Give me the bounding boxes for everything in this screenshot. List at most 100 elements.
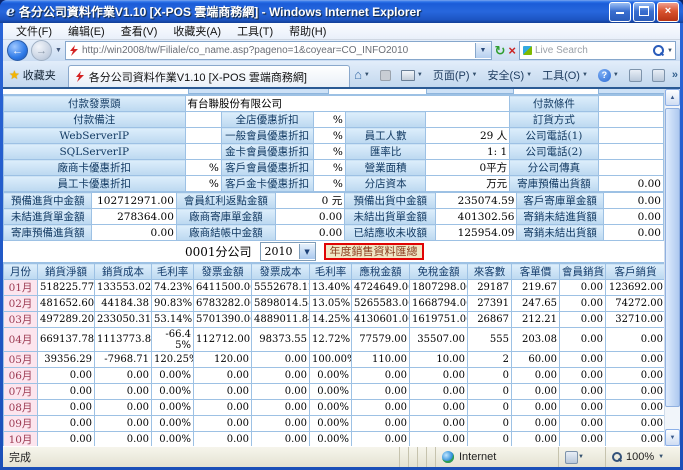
form-field-value: 万元 [426,176,510,192]
annual-sales-summary-button[interactable]: 年度銷售資料匯總 [324,243,424,260]
form-field-value: % [313,112,345,128]
sales-column-header: 應稅金額 [352,264,410,280]
maximize-button[interactable] [633,2,655,22]
form-field-value [598,160,663,176]
sales-value-cell: 1668794.00 [410,296,468,312]
sales-column-header: 客戶銷貨 [606,264,665,280]
sales-value-cell: 10.00 [410,352,468,368]
address-dropdown-icon[interactable]: ▼ [475,43,491,58]
address-input[interactable]: http://win2008/tw/Filiale/co_name.asp?pa… [65,41,492,60]
form-field-value: 0.00 [603,193,663,209]
sales-column-header: 月份 [4,264,38,280]
zoom-level: 100% [626,451,654,463]
form-field-value: 0.00 [92,225,176,241]
menu-favorites[interactable]: 收藏夹(A) [166,22,228,40]
sales-row: 08月0.000.000.00%0.000.000.00%0.000.0000.… [4,400,665,416]
form-field-label: 寄銷未結進貨額 [517,209,603,225]
sales-row: 07月0.000.000.00%0.000.000.00%0.000.0000.… [4,384,665,400]
menu-tools[interactable]: 工具(T) [230,22,280,40]
forward-button[interactable]: → [31,40,52,61]
year-select-arrow-icon[interactable]: ▼ [299,244,315,259]
menu-help[interactable]: 帮助(H) [282,22,333,40]
form-field-label: 會員紅利返點金額 [176,193,275,209]
sales-value-cell: 0 [468,384,512,400]
sales-value-cell: 233050.31 [95,312,152,328]
form-field-value: % [185,176,221,192]
minimize-button[interactable] [609,2,631,22]
sales-value-cell: 555 [468,328,512,352]
month-cell: 05月 [4,352,38,368]
sales-value-cell: 0.00 [560,400,606,416]
scroll-up-button[interactable]: ▲ [665,89,680,106]
sales-value-cell: 44184.38 [95,296,152,312]
form-field-label: 匯率比 [345,144,426,160]
branch-label: 0001分公司 [185,243,252,260]
page-scrollbar[interactable]: ▲ ▼ [664,89,680,446]
sales-value-cell: 0.00% [310,368,352,384]
search-input[interactable]: Live Search [535,45,650,56]
back-button[interactable]: ← [7,40,28,61]
clipped-row [3,89,664,95]
tools-dropdown-icon: ▼ [582,72,588,78]
filter-button[interactable]: ▼ [558,447,605,467]
sales-row: 09月0.000.000.00%0.000.000.00%0.000.0000.… [4,416,665,432]
form-field-value: % [313,176,345,192]
print-dropdown-icon: ▼ [417,72,423,78]
refresh-button[interactable]: ↻ [495,44,506,57]
tools-menu-button[interactable]: 工具(O) ▼ [539,66,591,84]
sales-value-cell: 0 [468,416,512,432]
sales-value-cell: 1113773.85 [95,328,152,352]
sales-column-header: 發票成本 [252,264,310,280]
form-field-label: 廠商卡優惠折扣 [4,160,186,176]
sales-row: 02月481652.6044184.3890.83%6783282.005898… [4,296,665,312]
print-icon [401,70,415,81]
scroll-down-button[interactable]: ▼ [665,429,680,446]
form-field-value [598,112,663,128]
tab-active[interactable]: 各分公司資料作業V1.10 [X-POS 雲端商務網] [68,65,350,87]
month-cell: 09月 [4,416,38,432]
search-dropdown-icon[interactable]: ▼ [667,48,673,54]
feeds-button[interactable] [377,69,394,82]
menu-file[interactable]: 文件(F) [9,22,59,40]
year-select[interactable]: 2010 ▼ [260,242,316,261]
menu-view[interactable]: 查看(V) [114,22,165,40]
help-button[interactable]: ? ▼ [595,68,622,83]
form-field-value: 0.00 [603,225,663,241]
form-field-label: 付款備注 [4,112,186,128]
form-field-label: 寄銷未結出貨額 [517,225,603,241]
globe-icon [442,451,454,463]
branch-form-money: 預備進貨中金額102712971.00會員紅利返點金額0 元預備出貨中金額235… [3,192,664,241]
form-field-value [598,128,663,144]
extra-tool-button-2[interactable] [649,68,668,83]
stop-button[interactable]: × [508,44,516,57]
form-row: 付款備注全店優惠折扣%訂貨方式 [4,112,664,128]
menu-edit[interactable]: 编辑(E) [61,22,112,40]
sales-value-cell: 5552678.12 [252,280,310,296]
safety-menu-button[interactable]: 安全(S) ▼ [484,66,535,84]
sales-value-cell: 5265583.00 [352,296,410,312]
sales-value-cell: 32710.00 [606,312,665,328]
url-text[interactable]: http://win2008/tw/Filiale/co_name.asp?pa… [82,45,472,56]
home-button[interactable]: ⌂ ▼ [351,68,373,82]
overflow-chevron-icon[interactable]: » [672,69,678,81]
sales-value-cell: 0.00 [512,416,560,432]
history-dropdown-icon[interactable]: ▼ [55,47,62,54]
favorites-button[interactable]: ★ 收藏夹 [5,64,64,87]
sales-value-cell: 0.00 [560,416,606,432]
print-button[interactable]: ▼ [398,69,426,82]
tabs-bar: ★ 收藏夹 各分公司資料作業V1.10 [X-POS 雲端商務網] ⌂ ▼ ▼ … [3,61,680,89]
search-icon[interactable] [653,45,664,56]
sales-value-cell: 497289.20 [38,312,95,328]
form-field-label: 公司電話(1) [510,128,598,144]
page-menu-button[interactable]: 页面(P) ▼ [430,66,481,84]
extra-tool-button-1[interactable] [626,68,645,83]
search-box[interactable]: Live Search ▼ [519,41,676,60]
form-field-value [185,128,221,144]
sales-value-cell: 0.00 [512,400,560,416]
status-separator [426,447,435,467]
sales-value-cell: 0.00% [310,416,352,432]
close-button[interactable]: × [657,2,679,22]
zoom-control[interactable]: 100% ▼ [605,447,680,467]
scrollbar-thumb[interactable] [665,108,680,407]
scrollbar-track[interactable] [665,106,680,429]
